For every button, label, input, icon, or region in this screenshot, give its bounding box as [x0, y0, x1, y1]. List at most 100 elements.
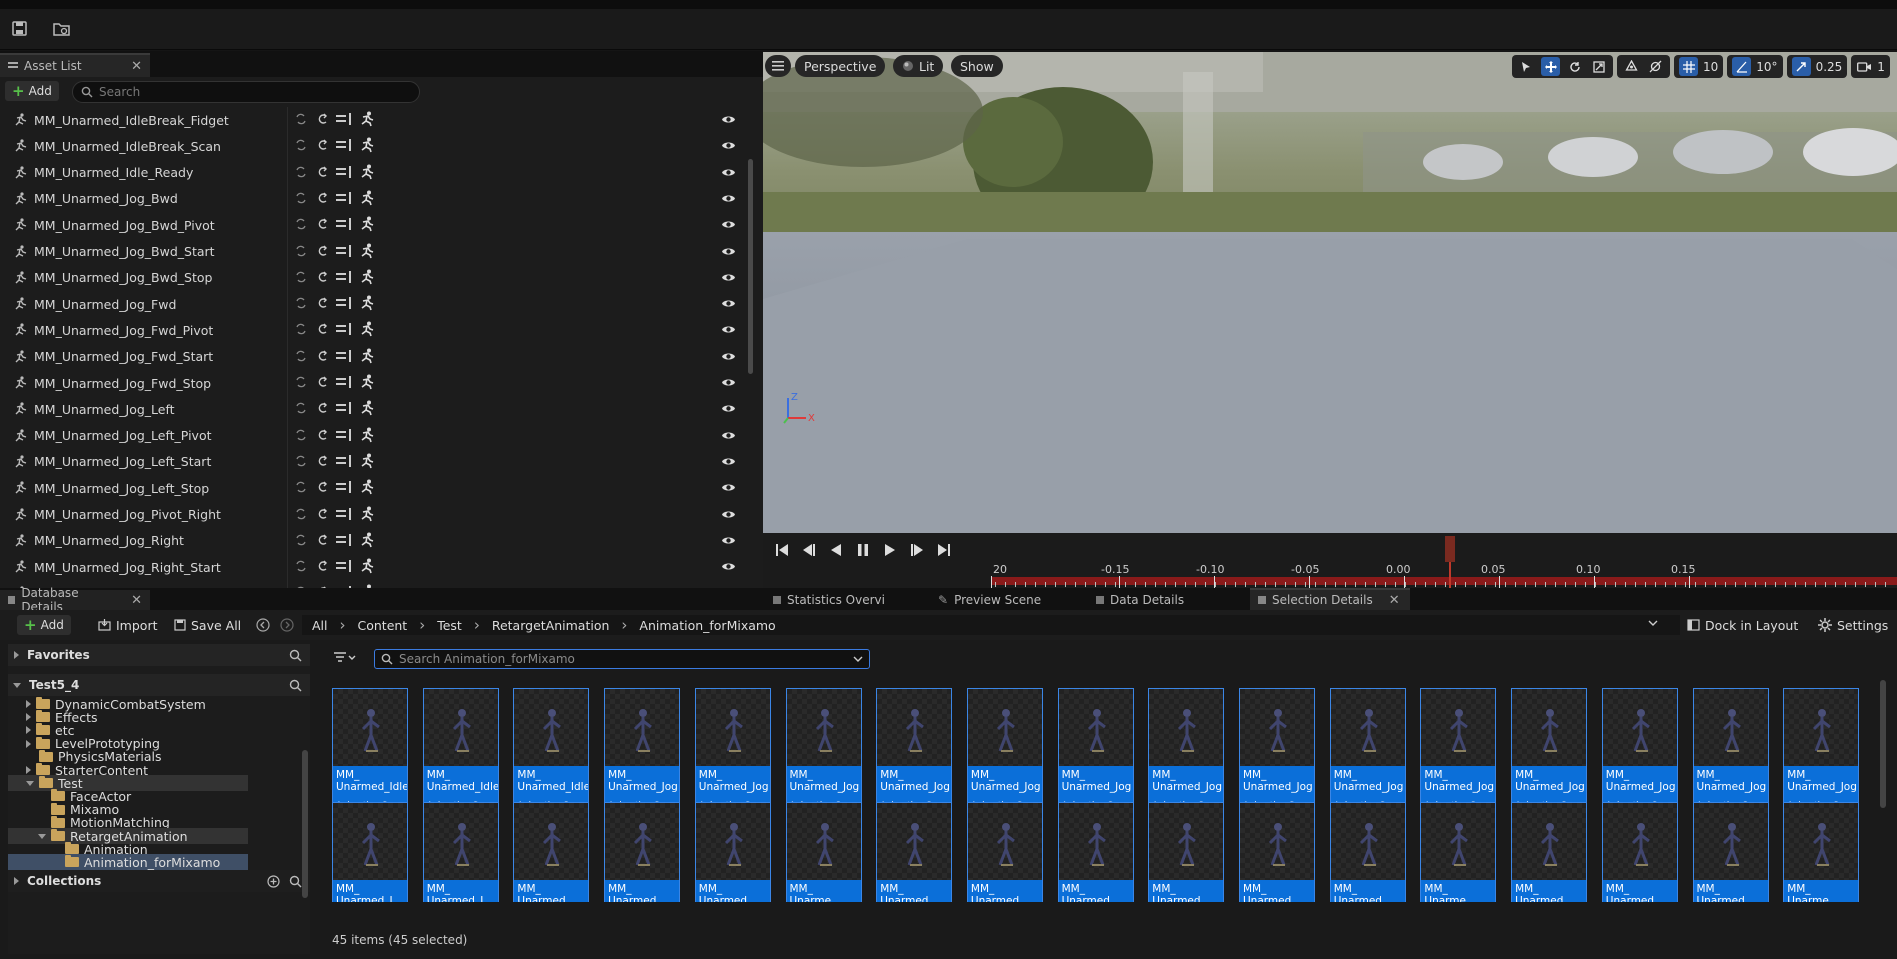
close-icon[interactable]: ✕ [1389, 593, 1400, 608]
asset-flags[interactable] [294, 243, 375, 259]
asset-tile[interactable]: MM_ Unarme... [785, 802, 862, 902]
world-space-icon[interactable] [1622, 57, 1641, 76]
asset-list-row[interactable]: MM_Unarmed_Jog_Left_Start [0, 449, 750, 475]
asset-tile[interactable]: MM_ Unarmed_... [1329, 802, 1406, 902]
asset-flags[interactable] [294, 374, 375, 390]
eye-icon[interactable] [721, 114, 736, 125]
skip-to-start-icon[interactable] [775, 543, 789, 557]
asset-tile[interactable]: MM_ Unarmed_... [1692, 802, 1769, 902]
asset-list-row[interactable]: MM_Unarmed_Jog_Fwd [0, 291, 750, 317]
project-header[interactable]: Test5_4 [8, 674, 310, 696]
caret-right-icon[interactable] [26, 739, 31, 748]
tab-statistics-overview[interactable]: Statistics Overvi [765, 590, 893, 610]
breadcrumb-separator-icon[interactable]: › [621, 616, 627, 634]
eye-icon[interactable] [721, 167, 736, 178]
asset-tile[interactable]: MM_ Unarmed_... [513, 802, 590, 902]
asset-list-scrollbar[interactable] [748, 159, 753, 374]
dock-in-layout-button[interactable]: Dock in Layout [1687, 615, 1798, 635]
add-button[interactable]: + Add [5, 81, 59, 101]
close-icon[interactable]: ✕ [131, 59, 142, 74]
asset-flags[interactable] [294, 453, 375, 469]
asset-tile[interactable]: MM_Unarmed_IdleAnimation Sequ... [332, 688, 408, 815]
asset-tile[interactable]: MM_ Unarmed_... [1148, 802, 1225, 902]
eye-icon[interactable] [721, 324, 736, 335]
asset-flags[interactable] [294, 321, 375, 337]
step-back-icon[interactable] [802, 543, 816, 557]
asset-tile[interactable]: MM_Unarmed_IdleAnimation Sequ... [422, 688, 499, 815]
asset-flags[interactable] [294, 479, 375, 495]
asset-tile[interactable]: MM_ Unarmed_... [694, 802, 771, 902]
tab-data-details[interactable]: Data Details [1088, 590, 1192, 610]
asset-tile[interactable]: MM_ Unarmed_J... [422, 802, 499, 902]
level-viewport[interactable]: Perspective Lit Show 10 10° 0.25 1 Z X [763, 52, 1897, 533]
asset-list-row[interactable]: MM_Unarmed_Jog_Bwd_Start [0, 239, 750, 265]
asset-flags[interactable] [294, 137, 375, 153]
asset-list-row[interactable]: MM_Unarmed_Jog_Left_Stop [0, 475, 750, 501]
camera-speed-group[interactable]: 1 [1851, 55, 1890, 78]
add-button[interactable]: + Add [17, 615, 71, 635]
collections-header[interactable]: Collections [8, 870, 310, 892]
asset-tile[interactable]: MM_Unarmed_JogAnimation Sequ... [876, 688, 953, 815]
history-back-icon[interactable] [256, 618, 270, 632]
caret-right-icon[interactable] [26, 700, 31, 708]
search-icon[interactable] [289, 875, 302, 888]
tab-preview-scene[interactable]: ✎ Preview Scene [930, 590, 1049, 610]
folder-tree-item[interactable]: Animation_forMixamo [8, 854, 248, 871]
eye-icon[interactable] [721, 430, 736, 441]
scale-icon[interactable] [1589, 57, 1608, 76]
asset-tile[interactable]: MM_Unarmed_JogAnimation Sequ... [785, 688, 862, 815]
tab-database-details[interactable]: Database Details ✕ [0, 586, 150, 614]
breadcrumb-separator-icon[interactable]: › [419, 616, 425, 634]
asset-flags[interactable] [294, 558, 375, 574]
asset-flags[interactable] [294, 506, 375, 522]
asset-tile[interactable]: MM_Unarmed_JogAnimation Sequ... [1783, 688, 1860, 815]
asset-list-row[interactable]: MM_Unarmed_Idle_Ready [0, 160, 750, 186]
asset-list-row[interactable]: MM_Unarmed_Jog_Fwd_Start [0, 344, 750, 370]
asset-tile[interactable]: MM_ Unarmed_... [1511, 802, 1588, 902]
asset-tile[interactable]: MM_Unarmed_JogAnimation Sequ... [1239, 688, 1315, 815]
import-button[interactable]: Import [98, 615, 158, 635]
breadcrumb-item[interactable]: RetargetAnimation [492, 618, 610, 633]
search-icon[interactable] [289, 649, 302, 662]
eye-icon[interactable] [721, 351, 736, 362]
eye-icon[interactable] [721, 509, 736, 520]
save-all-button[interactable]: Save All [174, 615, 241, 635]
caret-right-icon[interactable] [26, 726, 31, 735]
grid-snap-group[interactable]: 10 [1674, 55, 1724, 78]
show-button[interactable]: Show [951, 55, 1003, 77]
close-icon[interactable]: ✕ [131, 593, 142, 608]
tab-asset-list[interactable]: Asset List ✕ [0, 53, 150, 77]
asset-flags[interactable] [294, 111, 375, 127]
asset-flags[interactable] [294, 427, 375, 443]
play-icon[interactable] [883, 543, 897, 557]
caret-right-icon[interactable] [26, 713, 31, 722]
asset-tile[interactable]: MM_ Unarmed_... [604, 802, 681, 902]
skip-to-end-icon[interactable] [937, 543, 951, 557]
asset-list-row[interactable]: MM_Unarmed_Jog_Bwd_Stop [0, 265, 750, 291]
asset-list-row[interactable]: MM_Unarmed_Jog_Pivot_Right [0, 502, 750, 528]
asset-tile[interactable]: MM_Unarmed_JogAnimation Sequ... [1148, 688, 1225, 815]
asset-flags[interactable] [294, 269, 375, 285]
search-icon[interactable] [289, 679, 302, 692]
eye-icon[interactable] [721, 561, 736, 572]
asset-flags[interactable] [294, 295, 375, 311]
asset-list-row[interactable]: MM_Unarmed_IdleBreak_Fidget [0, 107, 750, 133]
asset-search-input[interactable]: Search [72, 81, 420, 103]
rotate-icon[interactable] [1565, 57, 1584, 76]
eye-icon[interactable] [721, 482, 736, 493]
play-reverse-icon[interactable] [829, 543, 843, 557]
perspective-button[interactable]: Perspective [795, 55, 886, 77]
asset-list-row[interactable]: MM_Unarmed_Jog_Bwd [0, 186, 750, 212]
eye-icon[interactable] [721, 246, 736, 257]
viewport-menu-button[interactable] [765, 55, 791, 77]
step-forward-icon[interactable] [910, 543, 924, 557]
asset-tile[interactable]: MM_ Unarme... [1783, 802, 1860, 902]
eye-icon[interactable] [721, 535, 736, 546]
asset-tile[interactable]: MM_Unarmed_JogAnimation Sequ... [966, 688, 1043, 815]
favorites-header[interactable]: Favorites [8, 644, 310, 666]
eye-icon[interactable] [721, 377, 736, 388]
asset-list-row[interactable]: MM_Unarmed_Jog_Right_Start [0, 554, 750, 580]
folder-tree-scrollbar[interactable] [302, 750, 308, 898]
eye-icon[interactable] [721, 140, 736, 151]
asset-flags[interactable] [294, 164, 375, 180]
